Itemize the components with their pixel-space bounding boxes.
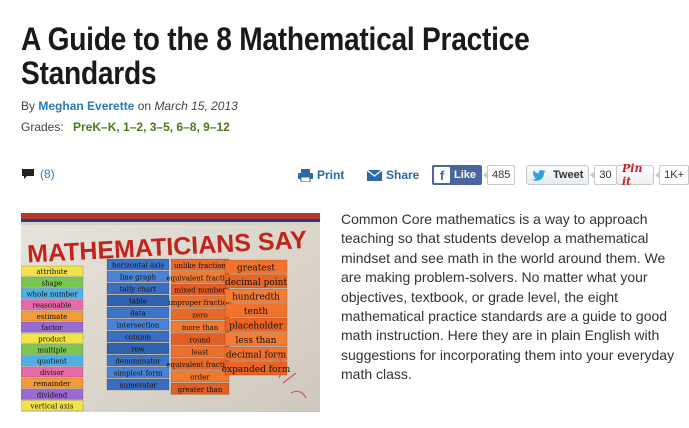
word-card-label: shape bbox=[42, 279, 63, 287]
word-card-label: greater than bbox=[178, 386, 223, 394]
word-card-label: row bbox=[131, 346, 145, 354]
share-label: Share bbox=[386, 168, 420, 182]
word-card-label: denominator bbox=[115, 358, 161, 366]
word-card-label: numerator bbox=[119, 382, 157, 390]
word-card-label: column bbox=[125, 334, 152, 342]
comments-link[interactable]: (8) bbox=[21, 167, 55, 181]
facebook-like-button[interactable]: f Like bbox=[432, 165, 483, 185]
facebook-like-widget: f Like 485 bbox=[432, 163, 516, 187]
word-card-label: placeholder bbox=[229, 321, 284, 331]
article-intro: Common Core mathematics is a way to appr… bbox=[341, 211, 675, 383]
word-card-label: order bbox=[190, 374, 210, 382]
pin-it-button[interactable]: Pin it bbox=[616, 162, 655, 188]
facebook-icon: f bbox=[434, 167, 450, 183]
byline-prefix: By bbox=[21, 99, 36, 113]
word-card-label: estimate bbox=[37, 313, 68, 321]
word-card-label: factor bbox=[41, 324, 63, 332]
publish-date: March 15, 2013 bbox=[154, 99, 238, 113]
tweet-widget: Tweet 30 bbox=[526, 163, 617, 187]
pin-count: 1K+ bbox=[655, 165, 689, 185]
word-card-label: vertical axis bbox=[29, 402, 73, 410]
word-card-label: horizontal axis bbox=[112, 262, 165, 270]
grades-row: Grades: PreK–K, 1–2, 3–5, 6–8, 9–12 bbox=[21, 120, 230, 134]
word-card-label: equivalent fraction bbox=[166, 274, 234, 282]
word-card-label: least bbox=[192, 349, 209, 357]
word-card-label: table bbox=[129, 298, 147, 306]
like-label: Like bbox=[454, 169, 477, 181]
share-button[interactable]: Share bbox=[367, 163, 419, 187]
word-wall-photo: MATHEMATICIANS SAY attributeshapewhole n… bbox=[21, 213, 320, 412]
word-card-label: hundredth bbox=[232, 292, 280, 302]
comment-count[interactable]: (8) bbox=[40, 167, 55, 181]
word-card-label: mixed number bbox=[174, 287, 226, 295]
print-label: Print bbox=[317, 168, 345, 182]
grades-label: Grades: bbox=[21, 120, 64, 134]
word-card-label: whole number bbox=[27, 290, 79, 298]
word-card-label: simplest form bbox=[114, 370, 163, 378]
word-card-label: multiple bbox=[37, 346, 66, 354]
word-card-label: attribute bbox=[36, 268, 67, 276]
word-card-label: less than bbox=[236, 336, 277, 346]
author-link[interactable]: Meghan Everette bbox=[38, 99, 134, 113]
word-card-label: data bbox=[130, 310, 146, 318]
word-card-label: decimal point bbox=[225, 278, 288, 288]
word-card-label: unlike fraction bbox=[174, 262, 226, 270]
word-card-label: more than bbox=[182, 324, 219, 332]
word-card-label: tally chart bbox=[120, 286, 157, 294]
word-card-label: dividend bbox=[37, 391, 68, 399]
word-card-label: tenth bbox=[244, 307, 268, 317]
word-card-label: round bbox=[189, 336, 211, 344]
tweet-button[interactable]: Tweet bbox=[526, 165, 590, 185]
tweet-label: Tweet bbox=[553, 169, 584, 181]
word-card-label: intersection bbox=[117, 322, 160, 330]
word-card-label: line graph bbox=[120, 274, 157, 282]
article-photo: MATHEMATICIANS SAY attribute shape whole n… bbox=[21, 213, 320, 412]
word-card-label: reasonable bbox=[32, 302, 71, 310]
word-card-label: product bbox=[38, 335, 66, 343]
tweet-count: 30 bbox=[590, 165, 617, 185]
grades-links[interactable]: PreK–K, 1–2, 3–5, 6–8, 9–12 bbox=[73, 120, 230, 134]
article-title: A Guide to the 8 Mathematical Practice S… bbox=[21, 21, 530, 91]
date-prefix: on bbox=[137, 99, 152, 113]
comment-icon bbox=[22, 169, 34, 179]
printer-icon bbox=[298, 168, 313, 182]
word-card-label: greatest bbox=[237, 263, 275, 273]
word-card-label: remainder bbox=[33, 380, 71, 388]
byline: By Meghan Everette on March 15, 2013 bbox=[21, 99, 238, 113]
print-button[interactable]: Print bbox=[298, 163, 344, 187]
word-card-label: divisor bbox=[40, 369, 65, 377]
like-count: 485 bbox=[482, 165, 516, 185]
twitter-bird-icon bbox=[532, 169, 546, 181]
envelope-icon bbox=[367, 169, 382, 181]
pinterest-widget: Pin it 1K+ bbox=[616, 162, 689, 188]
word-card-label: improper fraction bbox=[169, 299, 232, 307]
word-card-label: quotient bbox=[37, 358, 67, 366]
border-trim bbox=[21, 213, 320, 222]
word-card-label: zero bbox=[192, 312, 207, 320]
